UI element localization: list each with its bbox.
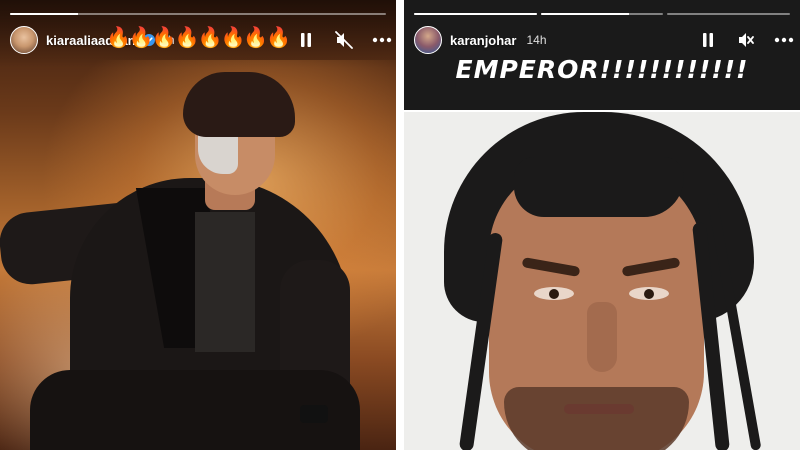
story-header: karanjohar 14h (414, 25, 547, 55)
right-story[interactable]: karanjohar 14h EMPEROR!!!!!!!!!!!! (404, 0, 800, 450)
more-icon (774, 37, 794, 43)
post-time: 14h (526, 33, 547, 47)
mute-button[interactable] (733, 27, 759, 53)
stories-comparison: kiaraaliaadvani 3h 🔥🔥🔥🔥🔥🔥🔥🔥 karanjohar 1… (0, 0, 800, 450)
avatar[interactable] (414, 26, 442, 54)
story-progress-bar (10, 13, 386, 15)
left-story[interactable]: kiaraaliaadvani 3h 🔥🔥🔥🔥🔥🔥🔥🔥 (0, 0, 396, 450)
more-options-button[interactable] (369, 27, 395, 53)
avatar[interactable] (10, 26, 38, 54)
story-controls (293, 27, 395, 53)
pause-icon (703, 33, 713, 47)
pause-button[interactable] (293, 27, 319, 53)
story-progress-bar (414, 13, 791, 15)
mute-icon (335, 31, 353, 49)
emoji-caption: 🔥🔥🔥🔥🔥🔥🔥🔥 (106, 27, 291, 49)
story-photo-right (404, 112, 800, 450)
story-controls (695, 27, 797, 53)
divider (396, 0, 404, 450)
progress-segment (667, 13, 791, 15)
more-options-button[interactable] (771, 27, 797, 53)
progress-segment (414, 13, 537, 15)
progress-segment (540, 13, 664, 15)
story-caption: EMPEROR!!!!!!!!!!!! (455, 55, 749, 84)
progress-segment (10, 13, 386, 15)
username[interactable]: karanjohar (450, 33, 516, 48)
mute-button[interactable] (331, 27, 357, 53)
pause-button[interactable] (695, 27, 721, 53)
mute-icon (739, 33, 754, 47)
more-icon (372, 37, 392, 43)
pause-icon (301, 33, 311, 47)
